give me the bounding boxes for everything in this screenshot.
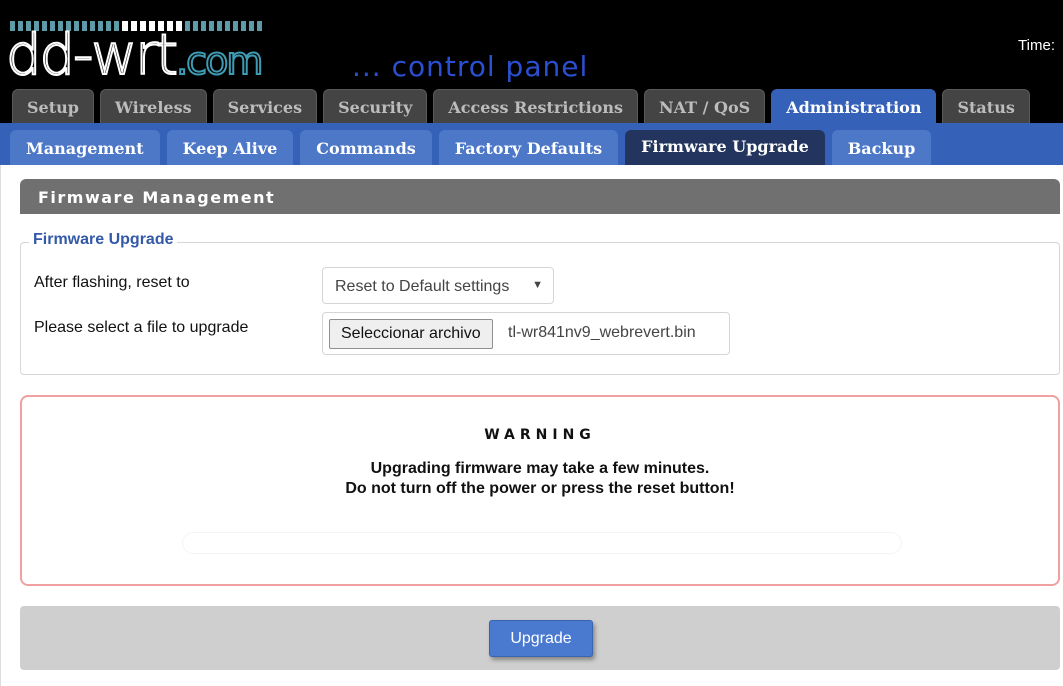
progress-track <box>182 532 902 554</box>
choose-file-button[interactable]: Seleccionar archivo <box>329 319 493 349</box>
tab-access-restrictions[interactable]: Access Restrictions <box>433 89 638 124</box>
tab-security[interactable]: Security <box>323 89 428 124</box>
warning-line-2: Do not turn off the power or press the r… <box>345 480 735 497</box>
tab-setup[interactable]: Setup <box>12 89 94 124</box>
tab-administration[interactable]: Administration <box>771 89 937 124</box>
logo[interactable]: dd-wrt.com <box>5 27 264 89</box>
subtab-management[interactable]: Management <box>10 130 160 165</box>
reset-select-value: Reset to Default settings <box>335 278 510 295</box>
subtab-backup[interactable]: Backup <box>831 130 932 165</box>
content-area: Firmware Management Firmware Upgrade Aft… <box>0 165 1063 686</box>
subtab-commands[interactable]: Commands <box>300 130 432 165</box>
file-label: Please select a file to upgrade <box>34 319 249 336</box>
subtab-keep-alive[interactable]: Keep Alive <box>166 130 294 165</box>
fieldset-legend: Firmware Upgrade <box>29 231 178 249</box>
dropdown-arrow-icon: ▼ <box>532 279 543 291</box>
sub-tabs: Management Keep Alive Commands Factory D… <box>10 130 932 165</box>
tab-nat-qos[interactable]: NAT / QoS <box>643 89 766 124</box>
reset-label: After flashing, reset to <box>34 274 190 291</box>
upgrade-button[interactable]: Upgrade <box>489 620 593 657</box>
main-tabs: Setup Wireless Services Security Access … <box>12 89 1030 124</box>
file-input[interactable]: Seleccionar archivo tl-wr841nv9_webrever… <box>322 312 730 355</box>
tagline: ... control panel <box>352 50 589 83</box>
reset-select[interactable]: Reset to Default settings ▼ <box>322 267 554 304</box>
section-title: Firmware Management <box>20 179 1060 214</box>
warning-line-1: Upgrading firmware may take a few minute… <box>370 460 710 477</box>
button-bar: Upgrade <box>20 606 1060 670</box>
logo-main: dd-wrt <box>5 23 179 88</box>
tab-status[interactable]: Status <box>942 89 1030 124</box>
subtab-firmware-upgrade[interactable]: Firmware Upgrade <box>625 130 825 165</box>
logo-suffix: .com <box>175 38 264 84</box>
warning-box: WARNING Upgrading firmware may take a fe… <box>20 395 1060 586</box>
subtab-factory-defaults[interactable]: Factory Defaults <box>438 130 619 165</box>
warning-title: WARNING <box>484 427 596 443</box>
tab-services[interactable]: Services <box>212 89 318 124</box>
selected-file-name: tl-wr841nv9_webrevert.bin <box>508 324 696 341</box>
time-label: Time: <box>1018 37 1055 54</box>
firmware-upgrade-fieldset: Firmware Upgrade After flashing, reset t… <box>20 231 1060 375</box>
tab-wireless[interactable]: Wireless <box>99 89 207 124</box>
